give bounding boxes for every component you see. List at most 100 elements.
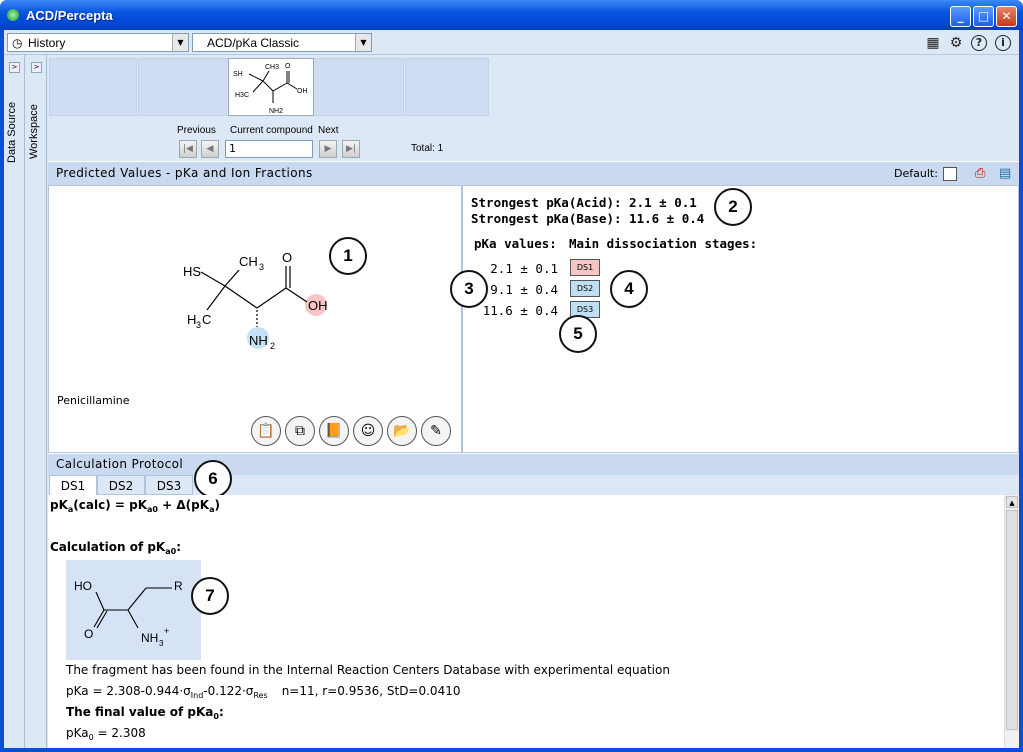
history-combo-value: History [28,36,66,50]
svg-text:SH: SH [233,71,243,78]
experimental-equation: pKa = 2.308-0.944·σInd-0.122·σRes n=11, r… [66,684,461,700]
first-button[interactable]: |◀ [179,140,197,158]
total-count: Total: 1 [411,143,444,154]
default-checkbox[interactable] [943,167,957,181]
calculation-protocol-header: Calculation Protocol [48,453,1019,475]
svg-text:CH: CH [239,254,258,269]
window-title: ACD/Percepta [26,8,113,23]
callout-4: 4 [610,270,648,308]
last-button[interactable]: ▶| [342,140,360,158]
navigator-cell [405,58,489,116]
current-compound-input[interactable]: 1 [225,140,313,158]
title-bar: ACD/Percepta _ □ ✕ [0,0,1023,30]
workspace-strip[interactable]: > Workspace [26,55,47,748]
chevron-down-icon[interactable]: ▼ [355,34,371,51]
svg-text:NH: NH [141,631,158,645]
stages-header: Main dissociation stages: [569,236,758,251]
edit-pencil-icon[interactable]: ✎ [421,416,451,446]
svg-text:3: 3 [196,320,201,330]
data-source-strip[interactable]: > Data Source [4,55,25,748]
clock-icon: ◷ [12,36,23,50]
svg-text:NH2: NH2 [269,108,283,115]
pka-pane: Strongest pKa(Acid): 2.1 ± 0.1 Strongest… [450,185,1019,453]
tab-ds3[interactable]: DS3 [145,475,193,495]
svg-text:O: O [285,63,291,70]
callout-7: 7 [191,577,229,615]
svg-text:2: 2 [270,341,275,351]
scroll-thumb[interactable] [1006,510,1018,730]
svg-text:R: R [174,579,183,593]
client-area: ◷ History ▼ ACD/pKa Classic ▼ ▦ ⚙ ? i > … [4,30,1019,748]
final-value-heading: The final value of pKa0: [66,705,224,721]
info-icon[interactable]: i [995,35,1011,51]
history-combo[interactable]: ◷ History ▼ [7,33,189,52]
structure-drawing: HS CH 3 H 3 C O OH NH 2 [183,250,328,351]
svg-text:O: O [84,627,93,641]
fragment-found-text: The fragment has been found in the Inter… [66,663,670,677]
calculator-icon[interactable]: ▦ [924,34,942,52]
main-panel: SH CH3 H3C O OH NH2 Previous Current com… [48,55,1019,748]
module-combo[interactable]: ACD/pKa Classic ▼ [192,33,372,52]
svg-text:3: 3 [259,262,264,272]
workspace-tab[interactable]: Workspace [28,104,40,159]
svg-text:CH3: CH3 [265,64,279,71]
tab-ds1[interactable]: DS1 [49,475,97,495]
compound-name: Penicillamine [57,394,130,407]
protocol-equation: pKa(calc) = pKa0 + Δ(pKa) [50,498,220,514]
navigator-cell [49,58,137,116]
default-label: Default: [894,167,938,180]
app-window: ACD/Percepta _ □ ✕ ◷ History ▼ ACD/pKa C… [0,0,1023,752]
protocol-content: pKa(calc) = pKa0 + Δ(pKa) Calculation of… [48,495,1019,748]
expand-icon[interactable]: > [31,62,42,73]
callout-2: 2 [714,188,752,226]
final-value: pKa0 = 2.308 [66,726,146,742]
pdf-icon[interactable]: ⎙ [975,166,985,181]
thumbnail-structure: SH CH3 H3C O OH NH2 [233,63,308,115]
strongest-base: Strongest pKa(Base): 11.6 ± 0.4 [471,211,705,226]
data-source-tab[interactable]: Data Source [6,102,18,163]
strongest-acid: Strongest pKa(Acid): 2.1 ± 0.1 [471,195,697,210]
svg-text:O: O [282,250,292,265]
predicted-values-title: Predicted Values - pKa and Ion Fractions [56,166,313,180]
text-export-icon[interactable]: ▤ [999,166,1011,181]
copy-image-icon[interactable]: ⧉ [285,416,315,446]
previous-button[interactable]: ◀ [201,140,219,158]
svg-text:HO: HO [74,579,92,593]
chevron-down-icon[interactable]: ▼ [172,34,188,51]
book-icon[interactable]: 📙 [319,416,349,446]
clipboard-copy-icon[interactable]: 📋 [251,416,281,446]
next-button[interactable]: ▶ [319,140,337,158]
vertical-scrollbar[interactable]: ▲ [1004,495,1019,748]
fragment-drawing: HO R O NH 3 + [74,579,183,648]
settings-icon[interactable]: ⚙ [947,34,965,52]
next-label: Next [318,125,339,136]
maximize-button[interactable]: □ [973,6,994,27]
calculation-of-heading: Calculation of pKa0: [50,540,182,556]
minimize-button[interactable]: _ [950,6,971,27]
current-compound-label: Current compound [230,125,313,136]
tab-ds2[interactable]: DS2 [97,475,145,495]
pka-values-header: pKa values: [474,236,557,251]
svg-text:3: 3 [159,639,164,648]
help-icon[interactable]: ? [971,35,987,51]
scroll-up-arrow[interactable]: ▲ [1006,496,1018,508]
fragment-structure: HO R O NH 3 + [66,560,201,660]
app-icon [7,9,19,21]
ds2-button[interactable]: DS2 [570,280,600,297]
open-folder-icon[interactable]: 📂 [387,416,417,446]
top-toolbar: ◷ History ▼ ACD/pKa Classic ▼ ▦ ⚙ ? i [4,30,1019,55]
ds1-button[interactable]: DS1 [570,259,600,276]
structure-pane: HS CH 3 H 3 C O OH NH 2 1 Penicillamine … [48,185,462,453]
compound-thumbnail[interactable]: SH CH3 H3C O OH NH2 [228,58,314,116]
svg-text:NH: NH [249,333,268,348]
smiley-icon[interactable]: ☺ [353,416,383,446]
svg-text:+: + [164,626,169,636]
callout-6: 6 [194,460,232,498]
expand-icon[interactable]: > [9,62,20,73]
svg-text:OH: OH [308,298,328,313]
calculation-protocol-title: Calculation Protocol [56,457,184,471]
callout-3: 3 [450,270,488,308]
callout-1: 1 [329,237,367,275]
close-button[interactable]: ✕ [996,6,1017,27]
svg-text:HS: HS [183,264,201,279]
